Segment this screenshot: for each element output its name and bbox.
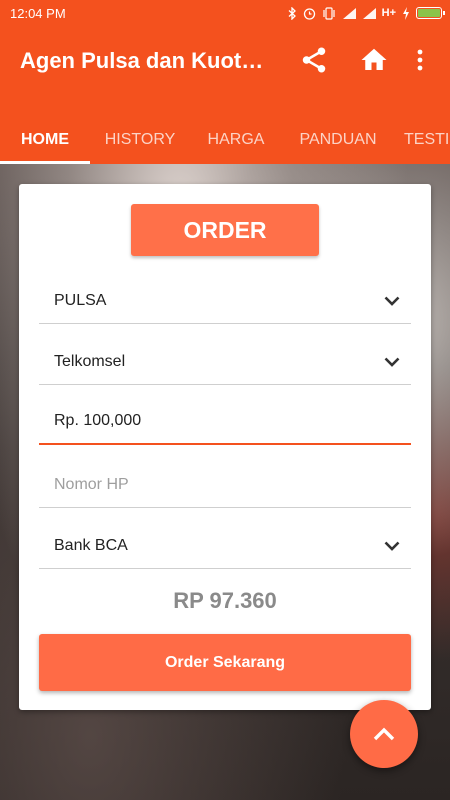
- status-bar: 12:04 PM H+: [0, 0, 450, 26]
- nominal-value: Rp. 100,000: [54, 412, 142, 429]
- chevron-up-icon: [373, 727, 395, 741]
- order-card: ORDER PULSA Telkomsel Rp. 100,000 Nomor …: [19, 184, 431, 710]
- home-icon[interactable]: [356, 42, 392, 78]
- tab-testi[interactable]: TESTI: [394, 116, 450, 164]
- operator-dropdown[interactable]: Telkomsel: [39, 339, 411, 385]
- status-icons: H+: [288, 6, 445, 20]
- phone-number-input[interactable]: Nomor HP: [39, 462, 411, 508]
- share-icon[interactable]: [296, 42, 332, 78]
- alarm-icon: [303, 7, 315, 20]
- tab-harga[interactable]: HARGA: [190, 116, 282, 164]
- payment-dropdown[interactable]: Bank BCA: [39, 523, 411, 569]
- total-price: RP 97.360: [173, 588, 277, 613]
- phone-placeholder: Nomor HP: [54, 475, 129, 493]
- chevron-down-icon: [383, 295, 401, 307]
- charging-icon: [403, 6, 409, 20]
- more-vert-icon[interactable]: [402, 42, 438, 78]
- nominal-field[interactable]: Rp. 100,000: [39, 399, 411, 445]
- tab-home[interactable]: HOME: [0, 116, 90, 164]
- app-title: Agen Pulsa dan Kuot…: [20, 48, 264, 73]
- battery-icon: [416, 7, 445, 19]
- bluetooth-icon: [288, 6, 296, 20]
- tab-history[interactable]: HISTORY: [90, 116, 190, 164]
- product-type-dropdown[interactable]: PULSA: [39, 278, 411, 324]
- app-bar: Agen Pulsa dan Kuot… HOME HISTORY HARGA …: [0, 26, 450, 164]
- tab-bar: HOME HISTORY HARGA PANDUAN TESTI: [0, 116, 450, 164]
- chevron-down-icon: [383, 540, 401, 552]
- vibrate-icon: [323, 6, 335, 20]
- tab-panduan[interactable]: PANDUAN: [282, 116, 394, 164]
- chevron-down-icon: [383, 356, 401, 368]
- status-time: 12:04 PM: [10, 5, 66, 21]
- product-type-value: PULSA: [54, 291, 107, 309]
- scroll-top-button[interactable]: [350, 700, 418, 768]
- network-type: H+: [381, 7, 396, 19]
- order-button[interactable]: ORDER: [131, 204, 319, 256]
- order-now-button[interactable]: Order Sekarang: [39, 634, 411, 691]
- signal-icon: [362, 7, 376, 19]
- payment-value: Bank BCA: [54, 536, 128, 554]
- signal-icon: [342, 7, 356, 19]
- operator-value: Telkomsel: [54, 352, 126, 370]
